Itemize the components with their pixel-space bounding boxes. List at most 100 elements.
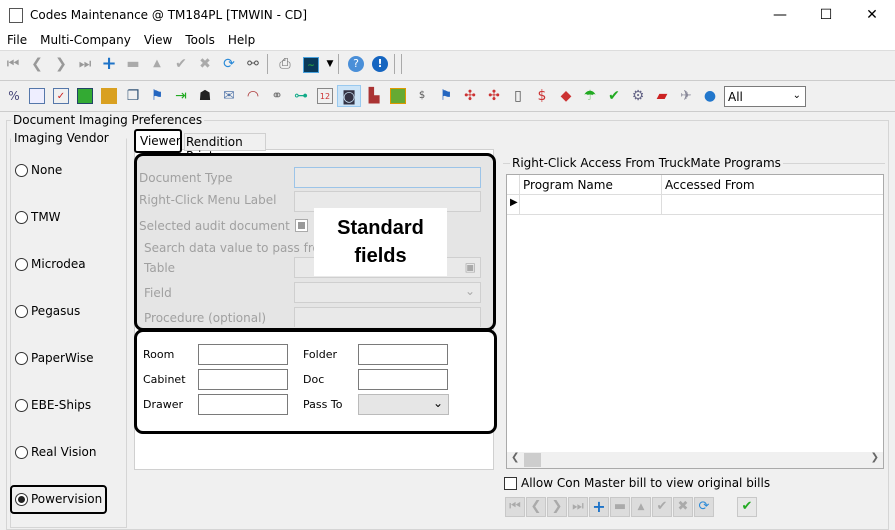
up-icon[interactable]: ▲ [149,56,165,72]
up-icon[interactable]: ▲ [631,497,651,517]
chart-icon[interactable] [77,88,93,104]
network-icon[interactable]: ✣ [462,88,478,104]
folder-label: Folder [303,348,337,361]
umbrella-icon[interactable]: ☂ [582,88,598,104]
close-button[interactable]: ✕ [849,0,895,31]
list-icon[interactable] [29,88,45,104]
percent-icon[interactable]: % [6,88,22,104]
document-icon[interactable]: ▯ [510,88,526,104]
mail-icon[interactable]: ✉ [221,88,237,104]
menu-help[interactable]: Help [221,31,261,47]
filter-select[interactable]: All ⌄ [724,86,806,107]
refresh-icon[interactable]: ⟳ [694,497,714,517]
menu-file[interactable]: File [0,31,33,47]
person-icon[interactable]: ☗ [197,88,213,104]
menu-tools[interactable]: Tools [178,31,221,47]
binoculars-icon[interactable]: ⚯ [245,56,261,72]
tree-icon[interactable]: ⊶ [293,88,309,104]
folder-input[interactable] [358,344,448,365]
delete-icon[interactable]: ▬ [125,56,141,72]
pass-to-select[interactable]: ⌄ [358,394,449,415]
box-icon[interactable]: ◆ [558,88,574,104]
document-type-input[interactable] [294,167,481,188]
save-check-icon[interactable]: ✔ [737,497,757,517]
radio-pegasus[interactable] [15,305,28,318]
menu-multi-company[interactable]: Multi-Company [33,31,137,47]
menu-view[interactable]: View [137,31,178,47]
add-icon[interactable]: + [589,497,609,517]
document-type-label: Document Type [139,171,233,185]
invoice-icon[interactable]: $ [414,88,430,104]
previous-icon[interactable]: ❮ [29,56,45,72]
doc-input[interactable] [358,369,448,390]
post-icon[interactable]: ✔ [173,56,189,72]
gears-icon[interactable]: ⚙ [630,88,646,104]
allow-con-master-checkbox[interactable] [504,477,517,490]
cancel-icon[interactable]: ✖ [197,56,213,72]
transfer-icon[interactable]: ⇥ [173,88,189,104]
programs-grid[interactable]: Program Name Accessed From ▶ ❮ ❯ [506,174,884,469]
first-icon[interactable]: ⏮ [505,497,525,517]
drawer-input[interactable] [198,394,288,415]
calendar-icon[interactable]: 12 [317,88,333,104]
car-icon[interactable]: ▰ [654,88,670,104]
flag-blue-icon[interactable]: ⚑ [438,88,454,104]
room-label: Room [143,348,175,361]
dropdown-arrow-icon[interactable]: ▼ [322,56,338,72]
info-icon[interactable]: ! [372,56,388,72]
flag-icon[interactable]: ⚑ [149,88,165,104]
column-accessed-from[interactable]: Accessed From [665,178,755,192]
last-record-icon[interactable]: ⏭ [77,56,93,72]
radio-ebe-ships[interactable] [15,399,28,412]
next-icon[interactable]: ❯ [547,497,567,517]
selected-audit-checkbox[interactable] [295,219,308,232]
dollar-icon[interactable]: $ [534,88,550,104]
help-icon[interactable]: ? [348,56,364,72]
radio-powervision[interactable] [15,493,28,506]
previous-icon[interactable]: ❮ [526,497,546,517]
scroll-right-icon[interactable]: ❯ [871,452,879,463]
first-record-icon[interactable]: ⏮ [5,56,21,72]
check-icon[interactable]: ✔ [606,88,622,104]
horizontal-scrollbar[interactable]: ❮ ❯ [507,452,883,468]
next-icon[interactable]: ❯ [53,56,69,72]
books-icon[interactable] [390,88,406,104]
scroll-left-icon[interactable]: ❮ [511,452,519,463]
radio-tmw[interactable] [15,211,28,224]
print-icon[interactable]: ⎙ [277,56,293,72]
post-icon[interactable]: ✔ [652,497,672,517]
cube-icon[interactable] [101,88,117,104]
camera-icon[interactable]: ◙ [337,85,361,107]
column-program-name[interactable]: Program Name [523,178,613,192]
procedure-input[interactable] [294,307,481,327]
globe-icon[interactable]: ● [702,88,718,104]
refresh-icon[interactable]: ⟳ [221,56,237,72]
codes-toolbar: % ✓ ❐ ⚑ ⇥ ☗ ✉ ◠ ⚭ ⊶ 12 ◙ ▙ $ ⚑ ✣ ✣ ▯ $ ◆… [0,83,895,111]
scrollbar-thumb[interactable] [524,453,541,467]
standard-fields-annotation: Standard fields [314,208,447,276]
room-input[interactable] [198,344,288,365]
copy-icon[interactable]: ❐ [125,88,141,104]
tab-rendition-print[interactable]: Rendition Print [184,133,266,163]
minimize-button[interactable]: — [757,0,803,31]
gauge-icon[interactable]: ◠ [245,88,261,104]
cancel-icon[interactable]: ✖ [673,497,693,517]
plane-icon[interactable]: ✈ [678,88,694,104]
tab-viewer[interactable]: Viewer [134,129,182,153]
field-select[interactable]: ⌄ [294,282,481,303]
cabinet-input[interactable] [198,369,288,390]
maximize-button[interactable]: ☐ [803,0,849,31]
monitor-icon[interactable]: ~ [303,57,319,73]
radio-microdea[interactable] [15,258,28,271]
radio-none[interactable] [15,164,28,177]
factory-icon[interactable]: ▙ [366,88,382,104]
network2-icon[interactable]: ✣ [486,88,502,104]
link-icon[interactable]: ⚭ [269,88,285,104]
delete-icon[interactable]: ▬ [610,497,630,517]
checklist-icon[interactable]: ✓ [53,88,69,104]
radio-real-vision[interactable] [15,446,28,459]
last-icon[interactable]: ⏭ [568,497,588,517]
add-icon[interactable]: + [101,55,117,73]
radio-paperwise[interactable] [15,352,28,365]
lookup-icon[interactable]: ▣ [465,260,476,274]
